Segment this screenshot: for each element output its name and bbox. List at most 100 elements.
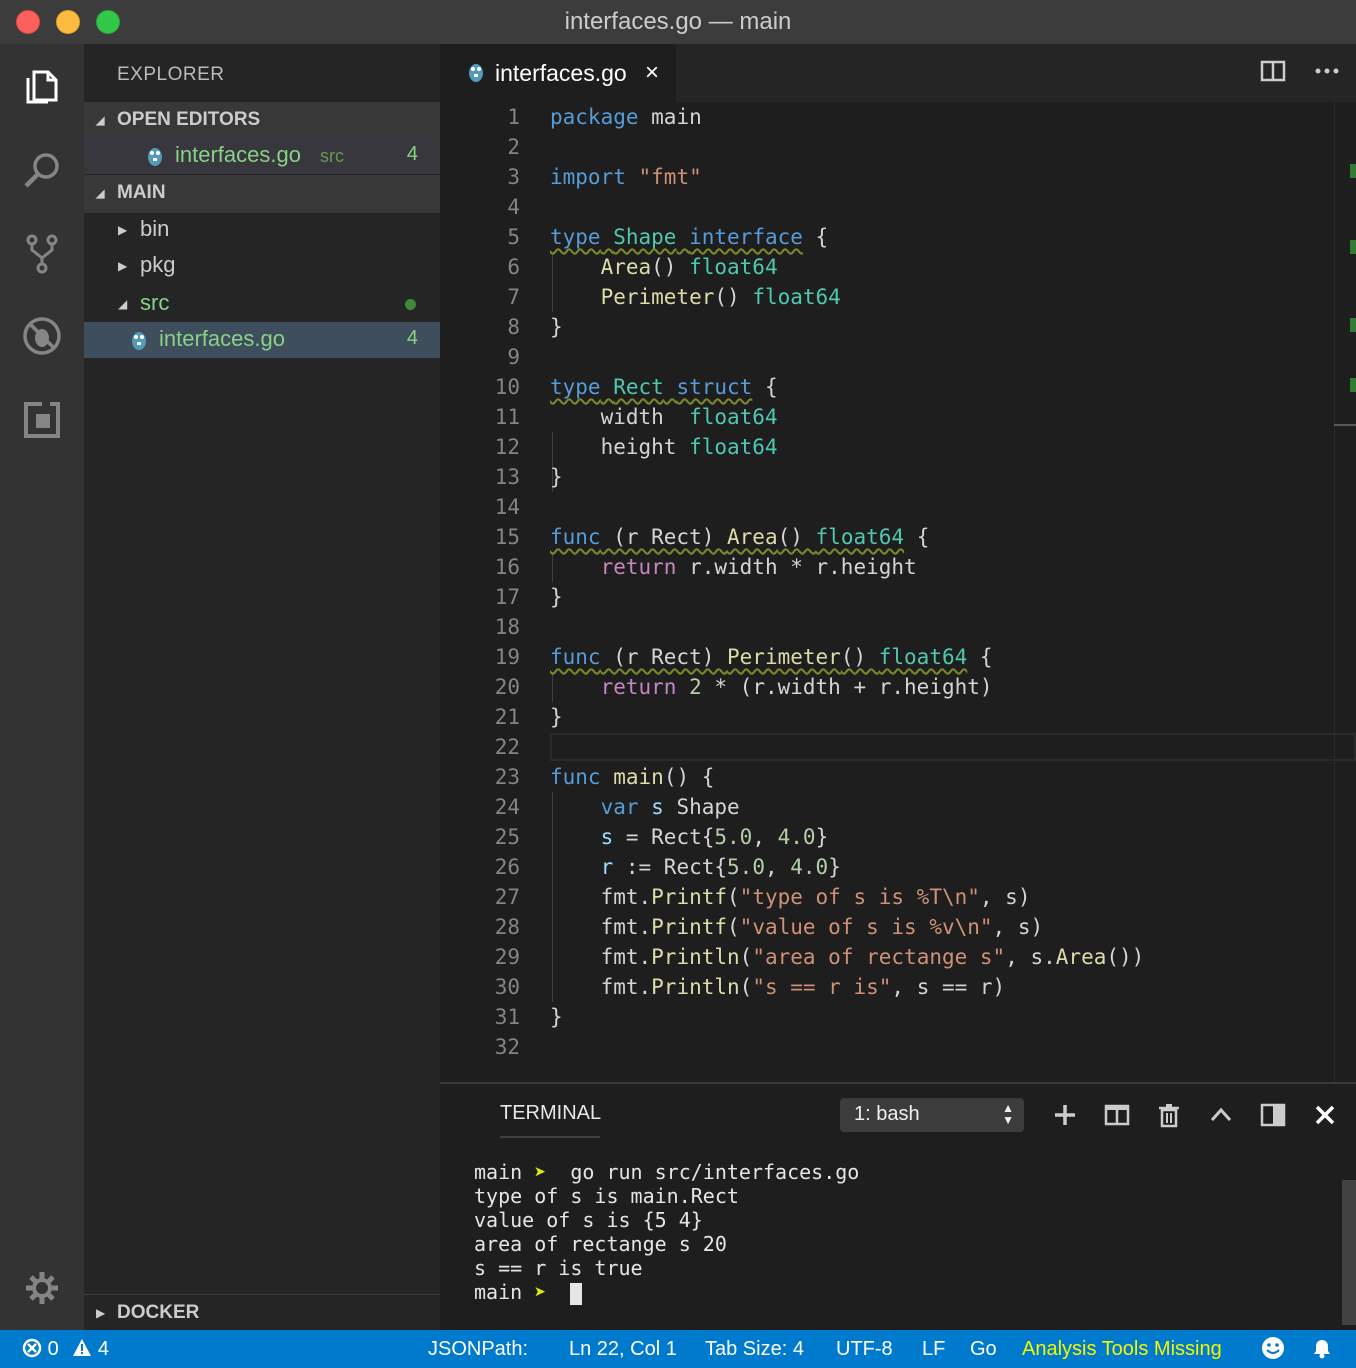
gear-icon[interactable] (18, 1264, 66, 1312)
line-number: 8 (507, 315, 520, 339)
line-number: 7 (507, 285, 520, 309)
tab-label: interfaces.go (495, 60, 627, 86)
go-file-icon (148, 148, 162, 166)
new-terminal-icon[interactable] (1052, 1102, 1078, 1128)
bell-icon[interactable] (1310, 1336, 1334, 1366)
split-editor-icon[interactable] (1260, 58, 1286, 84)
prompt-arrow: ➤ (534, 1280, 547, 1304)
terminal-line: value of s is {5 4} (474, 1208, 703, 1232)
line-number: 20 (494, 675, 520, 699)
main-folder-label: MAIN (117, 182, 166, 203)
overview-ruler[interactable] (1334, 102, 1356, 1082)
open-editor-filename: interfaces.go (175, 142, 301, 167)
line-number: 29 (494, 945, 520, 969)
line-number: 4 (507, 195, 520, 219)
chevron-down-icon: ◢ (96, 115, 105, 127)
line-ending[interactable]: LF (922, 1338, 945, 1361)
line-number: 15 (494, 525, 520, 549)
line-number: 9 (507, 345, 520, 369)
docker-section-header[interactable]: ▶ DOCKER (84, 1294, 440, 1330)
main-folder-header[interactable]: ◢ MAIN (84, 175, 440, 213)
line-number: 10 (494, 375, 520, 399)
line-number: 14 (494, 495, 520, 519)
line-number: 16 (494, 555, 520, 579)
tree-item-label: interfaces.go (159, 326, 285, 351)
chevron-down-icon: ◢ (96, 188, 105, 200)
prompt-arrow: ➤ (534, 1160, 547, 1184)
chevron-up-icon[interactable] (1208, 1102, 1234, 1128)
open-editors-label: OPEN EDITORS (117, 109, 261, 130)
line-number: 28 (494, 915, 520, 939)
tree-item-src[interactable]: ◢ src (84, 286, 440, 322)
line-number: 24 (494, 795, 520, 819)
explorer-icon[interactable] (18, 62, 66, 110)
split-terminal-icon[interactable] (1104, 1102, 1130, 1128)
tree-item-bin[interactable]: ▶ bin (84, 212, 440, 248)
line-number: 32 (494, 1035, 520, 1059)
warning-icon (73, 1339, 92, 1356)
error-icon (22, 1338, 42, 1358)
line-number: 25 (494, 825, 520, 849)
window-title: interfaces.go — main (564, 8, 792, 35)
line-number: 6 (507, 255, 520, 279)
terminal-line: area of rectange s 20 (474, 1232, 727, 1256)
tree-item-label: pkg (140, 252, 176, 277)
prompt-dir: main (474, 1160, 523, 1184)
line-number: 27 (494, 885, 520, 909)
encoding[interactable]: UTF-8 (836, 1338, 893, 1361)
extensions-icon[interactable] (18, 396, 66, 444)
code-content[interactable]: package main import "fmt" type Shape int… (550, 102, 1144, 1062)
tree-item-interfaces-go[interactable]: interfaces.go 4 (84, 322, 440, 358)
terminal-line: type of s is main.Rect (474, 1184, 739, 1208)
activity-bar (0, 44, 84, 1330)
tab-size[interactable]: Tab Size: 4 (705, 1338, 804, 1361)
title-bar: interfaces.go — main (0, 0, 1356, 44)
trash-icon[interactable] (1156, 1102, 1182, 1128)
toggle-panel-icon[interactable] (1260, 1102, 1286, 1128)
open-editor-item[interactable]: interfaces.go src 4 (84, 138, 440, 174)
jsonpath-indicator[interactable]: JSONPath: (428, 1338, 528, 1361)
editor-tab-bar: interfaces.go × (440, 44, 1356, 102)
editor-actions (1260, 58, 1340, 84)
terminal-output[interactable]: main ➤ go run src/interfaces.go type of … (474, 1160, 859, 1305)
chevron-right-icon: ▶ (96, 1306, 106, 1320)
tree-item-pkg[interactable]: ▶ pkg (84, 248, 440, 284)
analysis-tools-warning[interactable]: Analysis Tools Missing (1022, 1338, 1222, 1361)
source-control-icon[interactable] (18, 230, 66, 278)
line-number: 21 (494, 705, 520, 729)
modified-dot (405, 299, 416, 310)
line-number: 17 (494, 585, 520, 609)
terminal-selector[interactable]: 1: bash ▲ ▼ (840, 1098, 1024, 1132)
line-number: 5 (507, 225, 520, 249)
line-number: 31 (494, 1005, 520, 1029)
docker-label: DOCKER (117, 1302, 200, 1323)
chevron-right-icon: ▶ (118, 259, 128, 273)
terminal-scrollbar[interactable] (1342, 1180, 1356, 1325)
close-icon[interactable]: × (645, 59, 659, 87)
debug-icon[interactable] (18, 312, 66, 360)
chevron-down-icon: ◢ (118, 297, 128, 311)
line-number: 11 (494, 405, 520, 429)
line-number: 19 (494, 645, 520, 669)
smiley-feedback-icon[interactable] (1261, 1336, 1285, 1366)
search-icon[interactable] (18, 146, 66, 194)
line-number: 3 (507, 165, 520, 189)
code-editor[interactable]: 1 2 3 4 5 6 7 8 9 10 11 12 13 14 15 16 17 18 19 20 21 22 23 24 2… (440, 102, 1356, 1082)
more-actions-icon[interactable] (1314, 58, 1340, 84)
error-count: 0 (47, 1338, 59, 1360)
status-bar: 0 4 JSONPath: Ln 22, Col 1 Tab Size: 4 U… (0, 1330, 1356, 1368)
tab-terminal[interactable]: TERMINAL (500, 1102, 601, 1125)
tab-interfaces-go[interactable]: interfaces.go × (440, 44, 676, 102)
explorer-sidebar: EXPLORER ◢ OPEN EDITORS interfaces.go sr… (84, 44, 440, 1330)
close-icon[interactable] (1312, 1102, 1338, 1128)
open-editors-header[interactable]: ◢ OPEN EDITORS (84, 102, 440, 140)
language-mode[interactable]: Go (970, 1338, 997, 1361)
terminal-cursor (570, 1282, 583, 1305)
cursor-position[interactable]: Ln 22, Col 1 (569, 1338, 677, 1361)
terminal-actions (1052, 1102, 1338, 1128)
sidebar-title: EXPLORER (117, 64, 225, 85)
select-arrows-icon: ▲ ▼ (1002, 1101, 1014, 1127)
tab-underline (500, 1136, 600, 1138)
prompt-dir: main (474, 1280, 523, 1304)
problems-indicator[interactable]: 0 4 (22, 1338, 109, 1361)
